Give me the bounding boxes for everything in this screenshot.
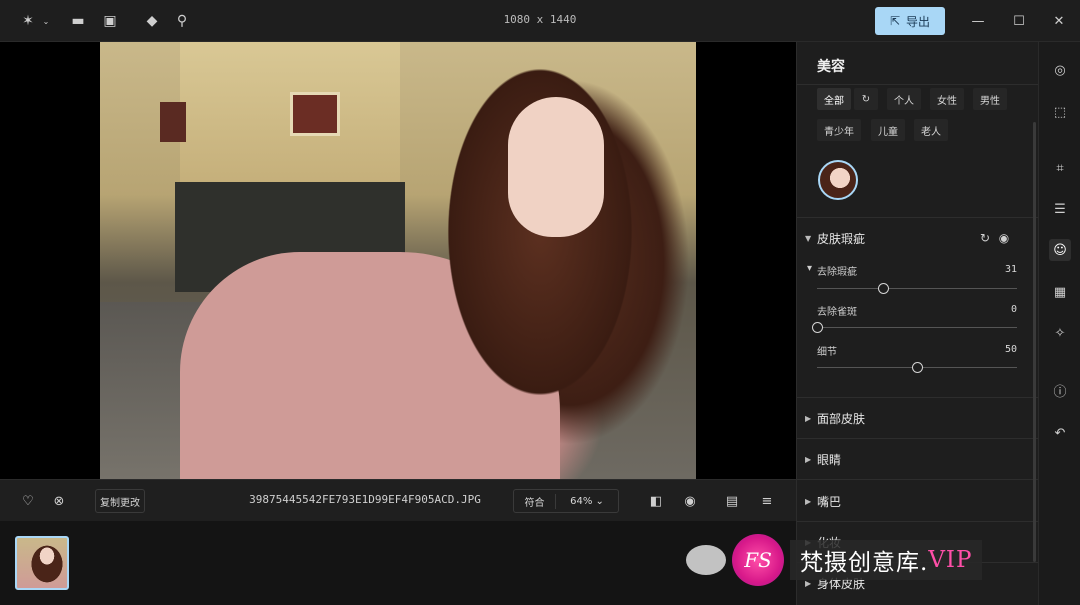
slider-knob[interactable] bbox=[878, 283, 889, 294]
photo-preview[interactable] bbox=[100, 42, 696, 479]
info-icon[interactable]: ⓘ bbox=[1049, 379, 1071, 401]
photo-face bbox=[508, 97, 604, 237]
slider-value: 0 bbox=[1010, 304, 1017, 315]
copy-changes-button[interactable]: 复制更改 bbox=[95, 489, 145, 513]
panel-scrollbar[interactable] bbox=[1033, 122, 1036, 562]
section-title: 嘴巴 bbox=[817, 494, 842, 509]
minimize-icon[interactable]: — bbox=[968, 11, 988, 31]
slider-value: 31 bbox=[1004, 264, 1017, 275]
sparkle-icon[interactable]: ✶ bbox=[18, 11, 38, 31]
monitor-icon[interactable]: ▤ bbox=[722, 491, 742, 511]
collapsed-triangle-icon: ▶ bbox=[805, 496, 812, 506]
tool-rail: ◎ ⬚ ⌗ ☰ ☺ ▦ ✧ ⓘ ↶ bbox=[1038, 42, 1080, 605]
undo-history-icon[interactable]: ↶ bbox=[1049, 422, 1071, 444]
filter-chip-elderly[interactable]: 老人 bbox=[914, 119, 948, 141]
zoom-control: 符合 64% ⌄ bbox=[513, 489, 619, 513]
select-subject-icon[interactable]: ⬚ bbox=[1049, 101, 1071, 123]
filmstrip bbox=[0, 521, 796, 605]
compare-split-icon[interactable]: ◧ bbox=[646, 491, 666, 511]
folder-icon[interactable]: ▬ bbox=[68, 11, 88, 31]
slider-knob[interactable] bbox=[912, 362, 923, 373]
slider-remove-blemish[interactable] bbox=[817, 283, 1017, 294]
collapsed-triangle-icon: ▶ bbox=[805, 454, 812, 464]
divider bbox=[797, 84, 1038, 85]
section-title: 眼睛 bbox=[817, 452, 842, 467]
panel-title: 美容 bbox=[817, 59, 845, 75]
section-makeup[interactable]: ▶ 化妆 bbox=[797, 522, 1038, 562]
section-eyes[interactable]: ▶ 眼睛 bbox=[797, 439, 1038, 479]
photo-window-left bbox=[160, 102, 186, 142]
slider-label: 去除瑕疵 bbox=[817, 267, 857, 278]
image-dimensions: 1080 x 1440 bbox=[503, 13, 577, 26]
filter-chip-person[interactable]: 个人 bbox=[887, 88, 921, 110]
magnifier-icon[interactable]: ⚲ bbox=[172, 11, 192, 31]
canvas-toolbar: ♡ ⊗ 复制更改 39875445542FE793E1D99EF4F905ACD… bbox=[0, 479, 796, 521]
section-title: 身体皮肤 bbox=[817, 576, 866, 591]
thumbnail-selected[interactable] bbox=[15, 536, 69, 590]
expanded-triangle-icon: ▼ bbox=[805, 233, 812, 243]
body-frame-icon[interactable]: ▦ bbox=[1049, 281, 1071, 303]
chevron-down-icon[interactable]: ⌄ bbox=[36, 11, 56, 31]
export-label: 导出 bbox=[906, 14, 931, 29]
sub-triangle-icon: ▾ bbox=[807, 263, 813, 274]
beauty-face-icon[interactable]: ☺ bbox=[1049, 239, 1071, 261]
file-name: 39875445542FE793E1D99EF4F905ACD.JPG bbox=[249, 493, 481, 506]
zoom-dropdown[interactable]: 64% ⌄ bbox=[556, 496, 618, 507]
slider-label: 细节 bbox=[817, 347, 837, 358]
slider-detail[interactable] bbox=[817, 362, 1017, 373]
image-canvas[interactable] bbox=[0, 42, 796, 479]
section-mouth[interactable]: ▶ 嘴巴 bbox=[797, 481, 1038, 521]
filter-chip-male[interactable]: 男性 bbox=[973, 88, 1007, 110]
close-icon[interactable]: ✕ bbox=[1049, 11, 1069, 31]
eye-icon[interactable]: ◉ bbox=[996, 218, 1012, 258]
section-title: 化妆 bbox=[817, 535, 842, 550]
section-body-skin[interactable]: ▶ 身体皮肤 bbox=[797, 563, 1038, 603]
reset-filter-icon[interactable]: ↻ bbox=[854, 88, 878, 110]
magic-sparkle-icon[interactable]: ✧ bbox=[1049, 322, 1071, 344]
maximize-icon[interactable]: ☐ bbox=[1009, 11, 1029, 31]
photo-window bbox=[290, 92, 340, 136]
export-button[interactable]: ⇱ 导出 bbox=[875, 7, 945, 35]
face-avatar[interactable] bbox=[818, 160, 858, 200]
filter-chip-all[interactable]: 全部 bbox=[817, 88, 851, 110]
crop-icon[interactable]: ⌗ bbox=[1049, 157, 1071, 179]
export-icon: ⇱ bbox=[889, 14, 901, 28]
section-face-skin[interactable]: ▶ 面部皮肤 bbox=[797, 398, 1038, 438]
reject-icon[interactable]: ⊗ bbox=[49, 491, 69, 511]
filter-chip-female[interactable]: 女性 bbox=[930, 88, 964, 110]
collapsed-triangle-icon: ▶ bbox=[805, 413, 812, 423]
slider-value: 50 bbox=[1004, 344, 1017, 355]
filter-chip-child[interactable]: 儿童 bbox=[871, 119, 905, 141]
sliders-icon[interactable]: ☰ bbox=[1049, 198, 1071, 220]
eye-icon[interactable]: ◉ bbox=[680, 491, 700, 511]
sort-icon[interactable]: ≡ bbox=[757, 491, 777, 511]
slider-label: 去除雀斑 bbox=[817, 307, 857, 318]
section-title: 面部皮肤 bbox=[817, 411, 866, 426]
layers-icon[interactable]: ◎ bbox=[1049, 59, 1071, 81]
image-import-icon[interactable]: ▣ bbox=[100, 11, 120, 31]
slider-remove-freckles[interactable] bbox=[812, 322, 1017, 333]
adjustment-panel: 美容 全部 ↻ 个人 女性 男性 青少年 儿童 老人 ▼ 皮肤瑕疵 ↻ ◉ ▾ … bbox=[796, 42, 1038, 605]
collapsed-triangle-icon: ▶ bbox=[805, 578, 812, 588]
filter-chip-teen[interactable]: 青少年 bbox=[817, 119, 861, 141]
reset-icon[interactable]: ↻ bbox=[977, 218, 993, 258]
divider bbox=[797, 479, 1038, 480]
title-bar: ✶ ⌄ ▬ ▣ ◆ ⚲ 1080 x 1440 ⇱ 导出 — ☐ ✕ bbox=[0, 0, 1080, 42]
section-title: 皮肤瑕疵 bbox=[817, 231, 866, 246]
eraser-icon[interactable]: ◆ bbox=[142, 11, 162, 31]
heart-icon[interactable]: ♡ bbox=[18, 491, 38, 511]
slider-knob[interactable] bbox=[812, 322, 823, 333]
fit-button[interactable]: 符合 bbox=[514, 493, 556, 509]
collapsed-triangle-icon: ▶ bbox=[805, 537, 812, 547]
